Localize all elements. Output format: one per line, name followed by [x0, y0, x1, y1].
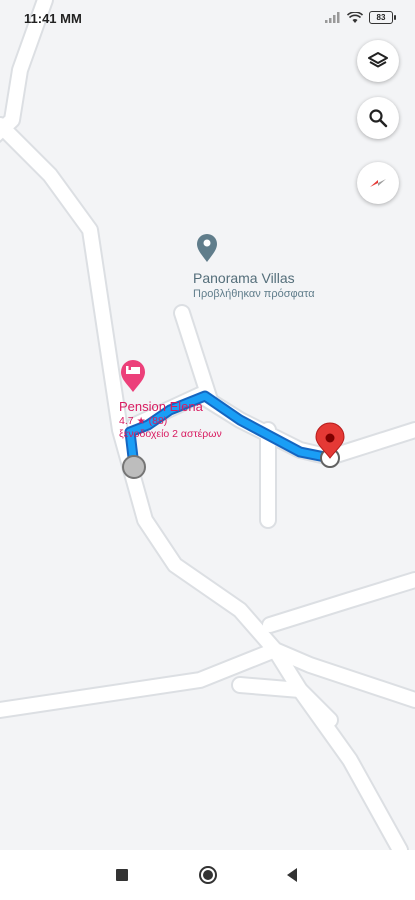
square-icon: [116, 869, 128, 881]
search-icon: [369, 109, 388, 128]
status-icons: 83: [325, 11, 396, 24]
recent-apps-button[interactable]: [97, 850, 147, 900]
poi-pension-label[interactable]: Pension Elena 4.7 ★ (88) ξενοδοχείο 2 ασ…: [119, 399, 222, 440]
compass-button[interactable]: [357, 162, 399, 204]
poi-pension-reviews: (88): [148, 415, 168, 427]
circle-icon: [199, 866, 217, 884]
poi-pension-name: Pension Elena: [119, 399, 203, 414]
poi-pension-category: ξενοδοχείο 2 αστέρων: [119, 428, 222, 440]
poi-panorama-label[interactable]: Panorama Villas Προβλήθηκαν πρόσφατα: [193, 270, 315, 300]
triangle-back-icon: [287, 868, 297, 882]
layers-button[interactable]: [357, 40, 399, 82]
poi-pension-rating: 4.7: [119, 415, 134, 427]
layers-icon: [368, 52, 388, 68]
compass-icon: [370, 179, 386, 187]
wifi-icon: [347, 11, 363, 23]
route-origin-marker[interactable]: [122, 455, 146, 479]
poi-panorama-name: Panorama Villas: [193, 270, 295, 286]
status-time: 11:41 MM: [24, 11, 82, 26]
system-nav-bar: [0, 850, 415, 900]
search-button[interactable]: [357, 97, 399, 139]
poi-pension-rating-row: 4.7 ★ (88): [119, 415, 222, 427]
signal-icon: [325, 12, 340, 23]
battery-icon: 83: [369, 11, 396, 24]
star-icon: ★: [136, 415, 146, 427]
home-button[interactable]: [183, 850, 233, 900]
poi-panorama-subtitle: Προβλήθηκαν πρόσφατα: [193, 288, 315, 300]
back-button[interactable]: [267, 850, 317, 900]
status-bar: 11:41 MM 83: [0, 0, 415, 38]
